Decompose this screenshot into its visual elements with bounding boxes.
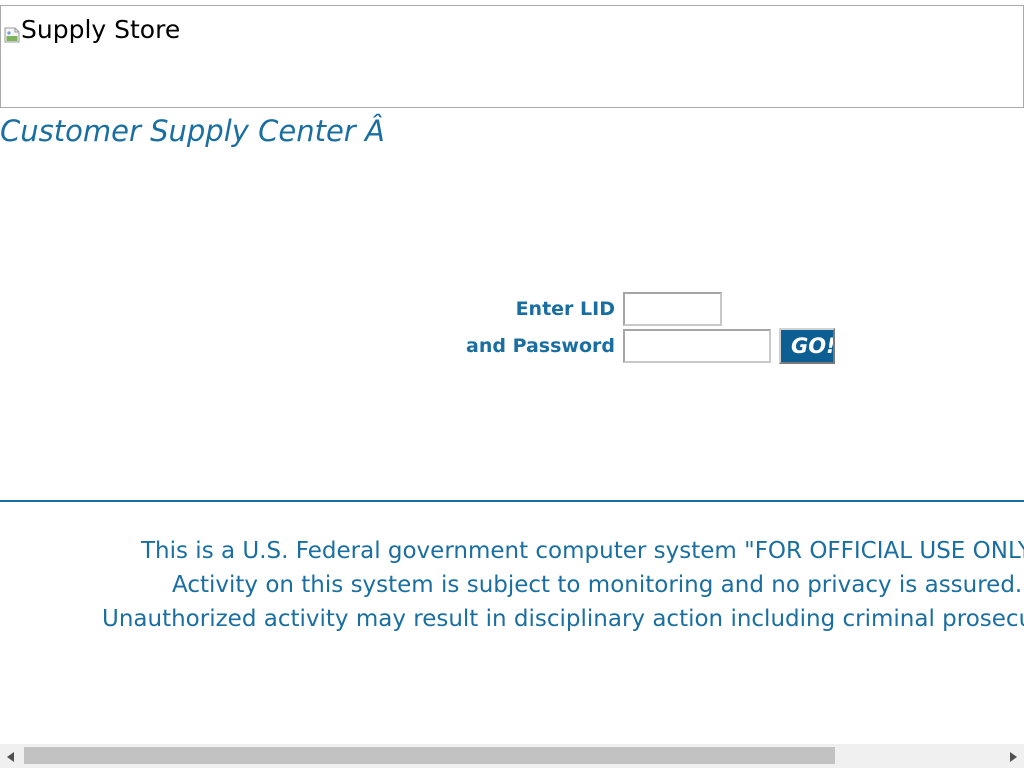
horizontal-scrollbar[interactable] [0,744,1024,768]
page-viewport: Supply Store Customer Supply Center Â En… [0,0,1024,768]
supply-store-logo-alt-text: Supply Store [21,15,181,44]
password-row: and Password [0,329,771,363]
legal-notice: This is a U.S. Federal government comput… [102,534,1024,636]
go-button[interactable]: GO! [779,328,835,364]
notice-line-monitoring: Activity on this system is subject to mo… [172,572,1023,598]
supply-store-logo: Supply Store [4,15,180,45]
lid-input[interactable] [623,292,722,326]
scroll-left-button[interactable] [0,744,22,768]
password-label: and Password [466,335,615,357]
scroll-right-button[interactable] [1002,744,1024,768]
header-banner: Supply Store [0,5,1024,108]
page-title: Customer Supply Center Â [0,114,385,148]
divider [0,500,1024,502]
password-input[interactable] [623,329,771,363]
notice-line-unauthorized: Unauthorized activity may result in disc… [102,606,1024,632]
triangle-right-icon [1009,747,1017,766]
lid-label: Enter LID [515,298,615,320]
triangle-left-icon [7,747,15,766]
broken-image-icon [4,20,20,43]
lid-row: Enter LID [0,292,722,326]
scroll-thumb[interactable] [24,747,835,764]
notice-line-official-use: This is a U.S. Federal government comput… [141,538,1024,564]
